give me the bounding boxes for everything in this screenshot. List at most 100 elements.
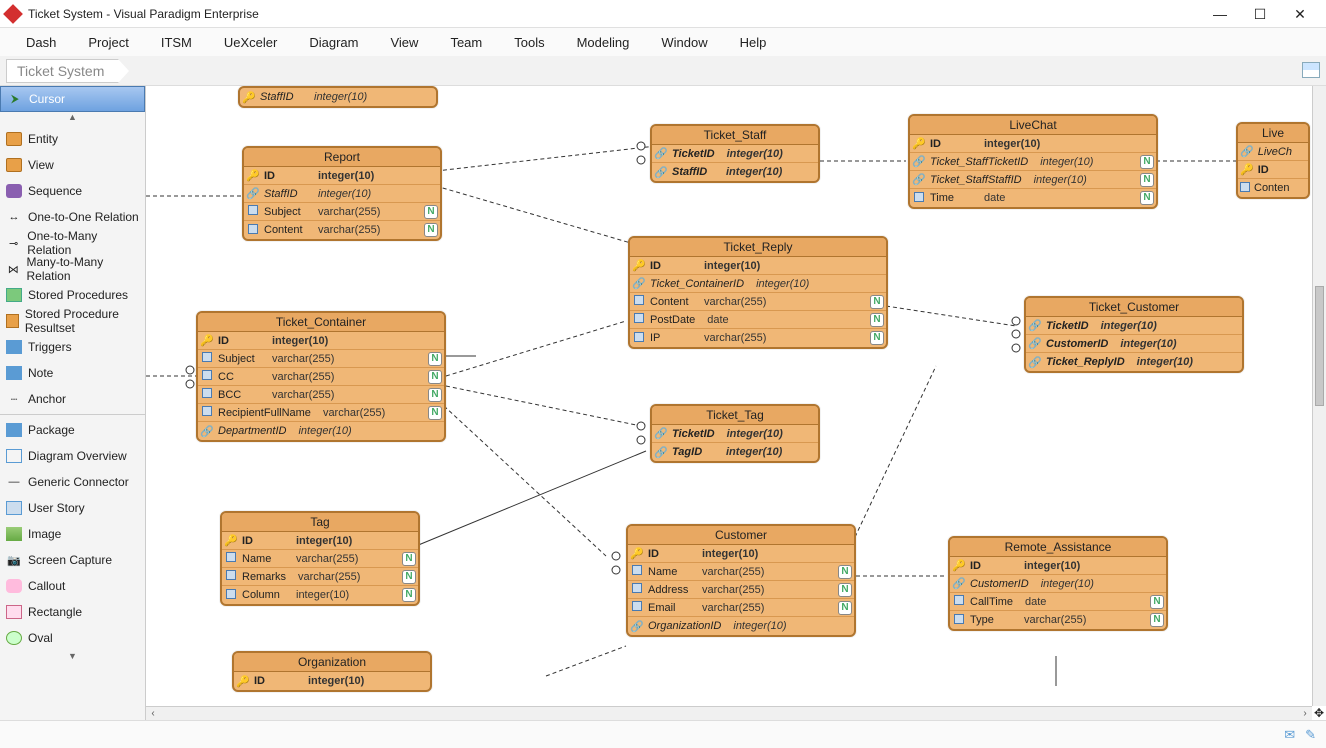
tool-note[interactable]: Note: [0, 360, 145, 386]
entity-column[interactable]: 🔗 TicketID integer(10): [652, 425, 818, 443]
entity-tag[interactable]: Tag 🔑 ID integer(10) Name varchar(255) N…: [220, 511, 420, 606]
entity-ticket-container[interactable]: Ticket_Container 🔑 ID integer(10) Subjec…: [196, 311, 446, 442]
tool-triggers[interactable]: Triggers: [0, 334, 145, 360]
entity-column[interactable]: Content varchar(255) N: [244, 221, 440, 239]
menu-help[interactable]: Help: [724, 31, 783, 54]
entity-column[interactable]: Subject varchar(255) N: [198, 350, 444, 368]
mail-icon[interactable]: ✉: [1284, 727, 1295, 743]
menu-view[interactable]: View: [374, 31, 434, 54]
entity-column[interactable]: CallTime date N: [950, 593, 1166, 611]
entity-column[interactable]: Column integer(10) N: [222, 586, 418, 604]
entity-column[interactable]: 🔗 OrganizationID integer(10): [628, 617, 854, 635]
menu-window[interactable]: Window: [645, 31, 723, 54]
entity-column[interactable]: 🔗 DepartmentID integer(10): [198, 422, 444, 440]
tool-screen-capture[interactable]: 📷Screen Capture: [0, 547, 145, 573]
horizontal-scrollbar[interactable]: ‹ ›: [146, 706, 1312, 720]
entity-ticket-staff[interactable]: Ticket_Staff 🔗 TicketID integer(10) 🔗 St…: [650, 124, 820, 183]
pan-handle-icon[interactable]: ✥: [1312, 706, 1326, 720]
tool-package[interactable]: Package: [0, 417, 145, 443]
vertical-scrollbar[interactable]: [1312, 86, 1326, 706]
tool-callout[interactable]: Callout: [0, 573, 145, 599]
entity-column[interactable]: PostDate date N: [630, 311, 886, 329]
entity-column[interactable]: Time date N: [910, 189, 1156, 207]
scroll-left-icon[interactable]: ‹: [146, 708, 160, 719]
menu-team[interactable]: Team: [434, 31, 498, 54]
entity-column[interactable]: 🔗 Ticket_StaffStaffID integer(10) N: [910, 171, 1156, 189]
menu-project[interactable]: Project: [72, 31, 144, 54]
tool-diagram-overview[interactable]: Diagram Overview: [0, 443, 145, 469]
edit-icon[interactable]: ✎: [1305, 727, 1316, 743]
entity-column[interactable]: 🔑 ID integer(10): [222, 532, 418, 550]
entity-column[interactable]: Type varchar(255) N: [950, 611, 1166, 629]
layout-icon[interactable]: [1302, 62, 1320, 78]
entity-column[interactable]: 🔗 TagID integer(10): [652, 443, 818, 461]
entity-column[interactable]: Conten: [1238, 179, 1308, 197]
tool-anchor[interactable]: ┄Anchor: [0, 386, 145, 412]
menu-modeling[interactable]: Modeling: [561, 31, 646, 54]
tool-view[interactable]: View: [0, 152, 145, 178]
entity-report[interactable]: Report 🔑 ID integer(10) 🔗 StaffID intege…: [242, 146, 442, 241]
tool-stored-procedure-result[interactable]: Stored Procedure Resultset: [0, 308, 145, 334]
tool-sequence[interactable]: Sequence: [0, 178, 145, 204]
entity-ticket-customer[interactable]: Ticket_Customer 🔗 TicketID integer(10) 🔗…: [1024, 296, 1244, 373]
menu-tools[interactable]: Tools: [498, 31, 560, 54]
entity-column[interactable]: 🔑 ID integer(10): [630, 257, 886, 275]
entity-column[interactable]: Email varchar(255) N: [628, 599, 854, 617]
entity-column[interactable]: Name varchar(255) N: [222, 550, 418, 568]
entity-column[interactable]: 🔑 StaffID integer(10): [240, 88, 436, 106]
entity-column[interactable]: CC varchar(255) N: [198, 368, 444, 386]
vscroll-thumb[interactable]: [1315, 286, 1324, 406]
tool-stored-procedures[interactable]: Stored Procedures: [0, 282, 145, 308]
hscroll-track[interactable]: [160, 708, 1298, 720]
close-button[interactable]: ✕: [1280, 3, 1320, 25]
minimize-button[interactable]: —: [1200, 3, 1240, 25]
entity-column[interactable]: 🔑 ID integer(10): [628, 545, 854, 563]
entity-column[interactable]: 🔑 ID integer(10): [234, 672, 430, 690]
tool-many-to-many[interactable]: ⋈Many-to-Many Relation: [0, 256, 145, 282]
entity-column[interactable]: Remarks varchar(255) N: [222, 568, 418, 586]
maximize-button[interactable]: ☐: [1240, 3, 1280, 25]
entity-column[interactable]: 🔗 Ticket_ContainerID integer(10): [630, 275, 886, 293]
entity-column[interactable]: IP varchar(255) N: [630, 329, 886, 347]
entity-ticket-reply[interactable]: Ticket_Reply 🔑 ID integer(10) 🔗 Ticket_C…: [628, 236, 888, 349]
scroll-right-icon[interactable]: ›: [1298, 708, 1312, 719]
tool-cursor[interactable]: ⮞ Cursor: [0, 86, 145, 112]
entity-column[interactable]: 🔑 ID integer(10): [244, 167, 440, 185]
entity-column[interactable]: 🔑 ID integer(10): [910, 135, 1156, 153]
entity-column[interactable]: RecipientFullName varchar(255) N: [198, 404, 444, 422]
entity-column[interactable]: 🔗 TicketID integer(10): [1026, 317, 1242, 335]
entity-staffid-fragment[interactable]: 🔑 StaffID integer(10): [238, 86, 438, 108]
entity-organization[interactable]: Organization 🔑 ID integer(10): [232, 651, 432, 692]
entity-column[interactable]: BCC varchar(255) N: [198, 386, 444, 404]
entity-column[interactable]: Content varchar(255) N: [630, 293, 886, 311]
entity-column[interactable]: 🔑 ID integer(10): [950, 557, 1166, 575]
diagram-canvas[interactable]: 🔑 StaffID integer(10) Report 🔑 ID intege…: [146, 86, 1312, 706]
collapse-arrow-down[interactable]: ▼: [0, 651, 145, 665]
tool-one-to-one[interactable]: ↔One-to-One Relation: [0, 204, 145, 230]
entity-livechat[interactable]: LiveChat 🔑 ID integer(10) 🔗 Ticket_Staff…: [908, 114, 1158, 209]
breadcrumb[interactable]: Ticket System: [6, 59, 119, 83]
entity-ticket-tag[interactable]: Ticket_Tag 🔗 TicketID integer(10) 🔗 TagI…: [650, 404, 820, 463]
entity-column[interactable]: 🔗 CustomerID integer(10): [950, 575, 1166, 593]
menu-dash[interactable]: Dash: [10, 31, 72, 54]
entity-live-fragment[interactable]: Live 🔗 LiveCh 🔑 ID Conten: [1236, 122, 1310, 199]
entity-column[interactable]: 🔗 TicketID integer(10): [652, 145, 818, 163]
entity-column[interactable]: Name varchar(255) N: [628, 563, 854, 581]
entity-remote-assistance[interactable]: Remote_Assistance 🔑 ID integer(10) 🔗 Cus…: [948, 536, 1168, 631]
menu-uexceler[interactable]: UeXceler: [208, 31, 293, 54]
tool-entity[interactable]: Entity: [0, 126, 145, 152]
entity-column[interactable]: 🔑 ID: [1238, 161, 1308, 179]
entity-customer[interactable]: Customer 🔑 ID integer(10) Name varchar(2…: [626, 524, 856, 637]
entity-column[interactable]: Address varchar(255) N: [628, 581, 854, 599]
tool-rectangle[interactable]: Rectangle: [0, 599, 145, 625]
menu-diagram[interactable]: Diagram: [293, 31, 374, 54]
entity-column[interactable]: 🔗 StaffID integer(10): [244, 185, 440, 203]
entity-column[interactable]: 🔗 CustomerID integer(10): [1026, 335, 1242, 353]
tool-oval[interactable]: Oval: [0, 625, 145, 651]
entity-column[interactable]: 🔗 Ticket_StaffTicketID integer(10) N: [910, 153, 1156, 171]
entity-column[interactable]: Subject varchar(255) N: [244, 203, 440, 221]
tool-generic-connector[interactable]: —Generic Connector: [0, 469, 145, 495]
entity-column[interactable]: 🔑 ID integer(10): [198, 332, 444, 350]
entity-column[interactable]: 🔗 LiveCh: [1238, 143, 1308, 161]
entity-column[interactable]: 🔗 Ticket_ReplyID integer(10): [1026, 353, 1242, 371]
